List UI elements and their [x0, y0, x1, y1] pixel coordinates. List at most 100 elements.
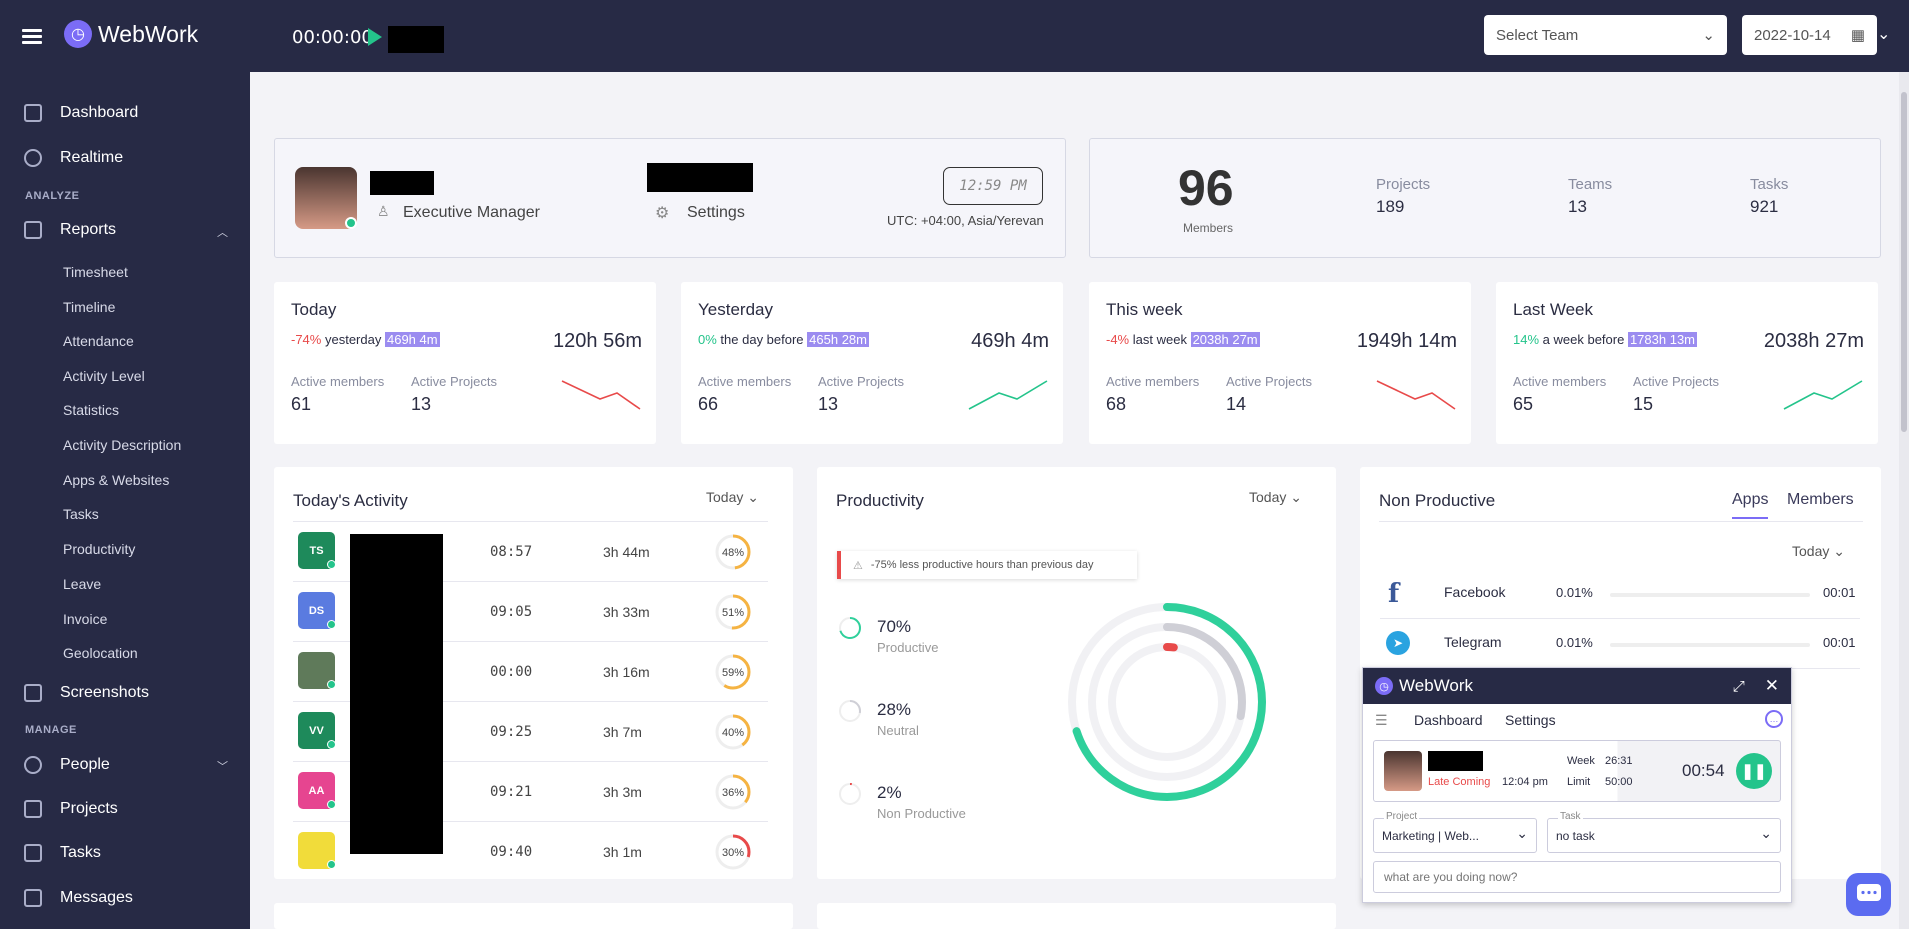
sidebar-sub-attendance[interactable]: Attendance [63, 333, 134, 349]
mini-ring [839, 783, 861, 805]
activity-range-dropdown[interactable]: Today ⌄ [706, 489, 759, 506]
sidebar-sub-tasks[interactable]: Tasks [63, 506, 99, 522]
chevron-down-icon[interactable]: ⌄ [1877, 24, 1890, 44]
chevron-up-icon[interactable]: ︿ [217, 224, 228, 240]
online-indicator [327, 560, 336, 569]
active-members-label: Active members [291, 374, 385, 389]
sidebar-sub-activity-description[interactable]: Activity Description [63, 437, 181, 453]
non-productive-range-dropdown[interactable]: Today ⌄ [1792, 543, 1845, 560]
tasks-label: Tasks [1750, 176, 1789, 193]
sidebar-item-screenshots[interactable]: Screenshots [24, 684, 149, 702]
expand-icon[interactable]: ⤢ [1733, 678, 1745, 695]
report-icon [24, 221, 42, 239]
note-input[interactable] [1373, 861, 1781, 893]
start-time: 09:05 [490, 604, 533, 620]
sidebar-item-messages[interactable]: Messages [24, 889, 133, 907]
online-indicator [327, 800, 336, 809]
profile-card: ♙ Executive Manager ⚙ Settings 12:59 PM … [274, 138, 1066, 258]
percent-label: 36% [722, 787, 744, 799]
sidebar-item-projects[interactable]: Projects [24, 800, 118, 818]
activity-percent-ring: 40% [715, 714, 751, 750]
compare-value: 469h 4m [384, 332, 440, 347]
widget-tab-dashboard[interactable]: Dashboard [1414, 712, 1483, 728]
activity-panel: Today's Activity Today ⌄ TS 08:57 3h 44m… [274, 467, 793, 879]
productivity-value: 2% [877, 783, 902, 802]
section-manage: MANAGE [25, 724, 77, 736]
week-label: Week [1567, 755, 1595, 767]
sidebar-sub-statistics[interactable]: Statistics [63, 402, 119, 418]
sidebar-sub-invoice[interactable]: Invoice [63, 611, 107, 627]
activity-percent-ring: 51% [715, 594, 751, 630]
active-members-label: Active members [698, 374, 792, 389]
members-count: 96 [1178, 160, 1234, 216]
gear-icon[interactable]: ⚙ [655, 203, 669, 223]
scroll-thumb[interactable] [1901, 92, 1907, 432]
teams-label: Teams [1568, 176, 1613, 193]
productivity-range-dropdown[interactable]: Today ⌄ [1249, 489, 1302, 506]
image-icon [24, 684, 42, 702]
summary-card: 96 Members Projects 189 Teams 13 Tasks 9… [1089, 138, 1881, 258]
team-select[interactable]: Select Team ⌄ [1484, 15, 1727, 55]
sidebar-item-tasks[interactable]: Tasks [24, 844, 101, 862]
sidebar-item-realtime[interactable]: Realtime [24, 149, 123, 167]
active-projects-value: 14 [1226, 394, 1247, 414]
divider [1379, 521, 1863, 522]
sidebar-item-people[interactable]: People [24, 756, 110, 774]
chevron-down-icon[interactable]: ﹀ [217, 758, 228, 774]
kpi-delta: 14% a week before 1783h 13m [1513, 332, 1698, 347]
active-members-value: 65 [1513, 394, 1534, 414]
active-members-label: Active members [1513, 374, 1607, 389]
support-chat-button[interactable] [1846, 873, 1891, 916]
chat-bubble-icon[interactable]: … [1765, 710, 1783, 728]
brand-logo[interactable]: ◷ WebWork [64, 20, 198, 48]
chevron-down-icon: ⌄ [1760, 825, 1772, 841]
sidebar-sub-leave[interactable]: Leave [63, 576, 101, 592]
sidebar-sub-timeline[interactable]: Timeline [63, 299, 115, 315]
status-label: Late Coming [1428, 776, 1491, 788]
date-picker[interactable]: 2022-10-14 ▦ [1742, 15, 1877, 55]
online-indicator [327, 860, 336, 869]
sidebar-item-reports[interactable]: Reports [24, 221, 116, 239]
widget-tab-settings[interactable]: Settings [1505, 712, 1556, 728]
menu-icon[interactable] [22, 29, 42, 44]
checklist-icon [24, 844, 42, 862]
menu-icon[interactable]: ☰ [1375, 712, 1388, 729]
duration: 3h 3m [603, 784, 642, 800]
sidebar-sub-productivity[interactable]: Productivity [63, 541, 135, 557]
sidebar-sub-timesheet[interactable]: Timesheet [63, 264, 128, 280]
delta-value: 0% [698, 332, 717, 347]
activity-percent-ring: 30% [715, 834, 751, 870]
delta-value: -4% [1106, 332, 1130, 347]
projects-value: 189 [1376, 197, 1405, 216]
sidebar-sub-activity-level[interactable]: Activity Level [63, 368, 145, 384]
task-select[interactable]: Task no task ⌄ [1547, 811, 1781, 853]
tab-apps[interactable]: Apps [1732, 491, 1769, 519]
productivity-label: Productive [877, 640, 939, 655]
page-scrollbar[interactable] [1899, 72, 1909, 929]
chevron-down-icon: ⌄ [1702, 27, 1715, 44]
sidebar-item-dashboard[interactable]: Dashboard [24, 104, 138, 122]
kpi-title: Last Week [1513, 300, 1594, 319]
active-projects-value: 13 [411, 394, 432, 414]
percent-label: 30% [722, 847, 744, 859]
widget-timer-card: Late Coming 12:04 pm Week 26:31 Limit 50… [1373, 740, 1781, 802]
sidebar-sub-apps-websites[interactable]: Apps & Websites [63, 472, 169, 488]
sidebar-sub-geolocation[interactable]: Geolocation [63, 645, 138, 661]
clock-icon [24, 149, 42, 167]
productivity-alert: ⚠ -75% less productive hours than previou… [837, 551, 1137, 579]
settings-link[interactable]: Settings [687, 204, 745, 222]
teams-value: 13 [1568, 197, 1587, 216]
close-icon[interactable]: ✕ [1765, 676, 1779, 696]
trend-line [1376, 380, 1456, 410]
kpi-title: This week [1106, 300, 1183, 319]
trend-sparkline [1783, 380, 1863, 410]
project-select[interactable]: Project Marketing | Web... ⌄ [1373, 811, 1537, 853]
pause-button[interactable]: ❚❚ [1736, 753, 1772, 789]
activity-percent-ring: 48% [715, 534, 751, 570]
active-members-value: 61 [291, 394, 312, 414]
tab-members[interactable]: Members [1787, 491, 1854, 509]
activity-percent-ring: 36% [715, 774, 751, 810]
redacted-member-names [350, 534, 443, 854]
ring-track [839, 783, 861, 805]
play-icon[interactable] [368, 28, 382, 46]
